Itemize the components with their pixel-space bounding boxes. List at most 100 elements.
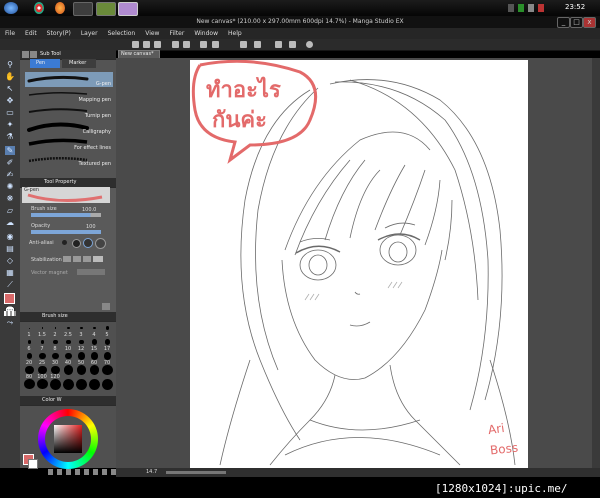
eraser-icon[interactable]: ▱ <box>5 206 15 215</box>
maximize-button[interactable]: □ <box>570 17 583 28</box>
new-file-icon[interactable] <box>132 41 139 48</box>
blend-icon[interactable]: ☁ <box>5 218 15 227</box>
anti-alias-strong[interactable] <box>95 238 106 249</box>
brush-g-pen[interactable]: G-pen <box>25 72 113 87</box>
brush-size-dot <box>76 378 87 390</box>
anti-alias-weak[interactable] <box>72 239 81 248</box>
menu-help[interactable]: Help <box>223 28 247 39</box>
brush-size-option[interactable] <box>62 378 75 393</box>
open-file-icon[interactable] <box>143 41 150 48</box>
pen-tab[interactable]: Pen <box>30 59 60 68</box>
brush-size-option[interactable]: 70 <box>101 351 114 366</box>
chrome-icon[interactable] <box>34 2 44 14</box>
transform-icon[interactable] <box>212 41 219 48</box>
menu-filter[interactable]: Filter <box>164 28 189 39</box>
redo-icon[interactable] <box>183 41 190 48</box>
brush-turnip-pen[interactable]: Turnip pen <box>25 104 113 119</box>
ruler-icon[interactable]: ⟋ <box>5 280 15 289</box>
operation-tool-icon[interactable]: ↖ <box>5 84 15 93</box>
sub-tool-tab-icon-2[interactable] <box>30 51 37 58</box>
transparent-swatch[interactable] <box>4 311 16 316</box>
menu-file[interactable]: File <box>0 28 20 39</box>
folder-icon[interactable] <box>96 2 116 16</box>
saturation-value-square[interactable] <box>54 425 82 453</box>
vector-magnet-slider[interactable] <box>77 269 105 275</box>
figure-icon[interactable]: ◇ <box>5 256 15 265</box>
menu-edit[interactable]: Edit <box>20 28 42 39</box>
menu-story[interactable]: Story(P) <box>42 28 76 39</box>
brush-mapping-pen[interactable]: Mapping pen <box>25 88 113 103</box>
close-button[interactable]: x <box>583 17 596 28</box>
brush-tool-icon[interactable]: ✍ <box>5 170 15 179</box>
brush-size-option[interactable] <box>36 378 49 393</box>
correct-line-icon[interactable]: ⤳ <box>5 318 15 327</box>
brush-size-option[interactable] <box>101 364 114 379</box>
move-layer-icon[interactable]: ✥ <box>5 96 15 105</box>
brush-size-slider[interactable] <box>31 213 101 217</box>
anti-alias-none[interactable] <box>62 240 67 245</box>
zoom-value[interactable]: 14.7 <box>146 469 157 475</box>
start-orb-icon[interactable] <box>4 2 18 14</box>
brush-size-option[interactable]: 17 <box>101 337 114 352</box>
brush-size-option[interactable] <box>88 378 101 393</box>
brush-size-option[interactable]: 120 <box>49 365 62 380</box>
decoration-icon[interactable]: ❋ <box>5 194 15 203</box>
panel-settings-icon[interactable] <box>102 303 110 310</box>
stabilization-label: Stabilization <box>31 257 62 263</box>
undo-icon[interactable] <box>172 41 179 48</box>
brush-size-option[interactable] <box>62 365 75 379</box>
brush-size-option[interactable] <box>75 378 88 393</box>
menu-view[interactable]: View <box>140 28 164 39</box>
zoom-tool-icon[interactable]: ⚲ <box>5 60 15 69</box>
brush-calligraphy[interactable]: Calligraphy <box>25 120 113 135</box>
taskbar-app-1[interactable] <box>73 2 93 16</box>
brush-size-option[interactable]: 5 <box>101 323 114 338</box>
pencil-tool-icon[interactable]: ✐ <box>5 158 15 167</box>
brush-size-option[interactable] <box>49 378 62 393</box>
fill-icon[interactable]: ◉ <box>5 232 15 241</box>
brush-size-option[interactable] <box>23 378 36 393</box>
brush-size-dot <box>89 378 100 390</box>
menu-selection[interactable]: Selection <box>103 28 141 39</box>
opacity-slider[interactable] <box>31 230 101 234</box>
auto-select-icon[interactable]: ✦ <box>5 120 15 129</box>
deselect-icon[interactable] <box>254 41 261 48</box>
brush-size-option[interactable] <box>101 378 114 393</box>
pen-tool-icon[interactable]: ✎ <box>5 146 15 155</box>
brush-label: For effect lines <box>74 145 111 151</box>
brush-label: Mapping pen <box>78 97 111 103</box>
brush-size-option[interactable] <box>88 365 101 379</box>
selection-tool-icon[interactable]: ▭ <box>5 108 15 117</box>
hand-tool-icon[interactable]: ✋ <box>5 72 15 81</box>
marker-tab[interactable]: Marker <box>62 59 96 68</box>
menu-layer[interactable]: Layer <box>76 28 103 39</box>
brush-textured-pen[interactable]: Textured pen <box>25 152 113 167</box>
snap-ruler-icon[interactable] <box>275 41 282 48</box>
drawing-canvas[interactable]: ทำอะไร กันค่ะ Ari Boss <box>190 60 528 470</box>
eyedropper-icon[interactable]: ⚗ <box>5 132 15 141</box>
brush-size-title: Brush size <box>42 313 68 319</box>
help-icon[interactable] <box>306 41 313 48</box>
snap-grid-icon[interactable] <box>289 41 296 48</box>
airbrush-icon[interactable]: ✺ <box>5 182 15 191</box>
save-icon[interactable] <box>154 41 161 48</box>
main-color-swatch[interactable] <box>4 293 15 304</box>
canvas-scrollbar-vertical[interactable] <box>592 58 600 468</box>
gradient-icon[interactable]: ▤ <box>5 244 15 253</box>
tool-bar: ⚲ ✋ ↖ ✥ ▭ ✦ ⚗ ✎ ✐ ✍ ✺ ❋ ▱ ☁ ◉ ▤ ◇ ▦ ⟋ A … <box>0 50 21 468</box>
frame-border-icon[interactable]: ▦ <box>5 268 15 277</box>
stabilization-slider[interactable] <box>63 256 103 262</box>
color-sub-swatch[interactable] <box>28 459 38 469</box>
anti-alias-medium[interactable] <box>83 238 93 248</box>
firefox-icon[interactable] <box>55 2 65 14</box>
brush-size-option[interactable] <box>75 365 88 379</box>
menu-window[interactable]: Window <box>189 28 223 39</box>
brush-effect-lines[interactable]: For effect lines <box>25 136 113 151</box>
brush-size-dot <box>37 378 48 390</box>
sub-tool-tab-icon-1[interactable] <box>22 51 29 58</box>
select-all-icon[interactable] <box>240 41 247 48</box>
minimize-button[interactable]: _ <box>557 17 570 28</box>
manga-studio-taskbar-icon[interactable] <box>118 2 138 16</box>
zoom-slider[interactable] <box>166 471 226 474</box>
clear-icon[interactable] <box>200 41 207 48</box>
